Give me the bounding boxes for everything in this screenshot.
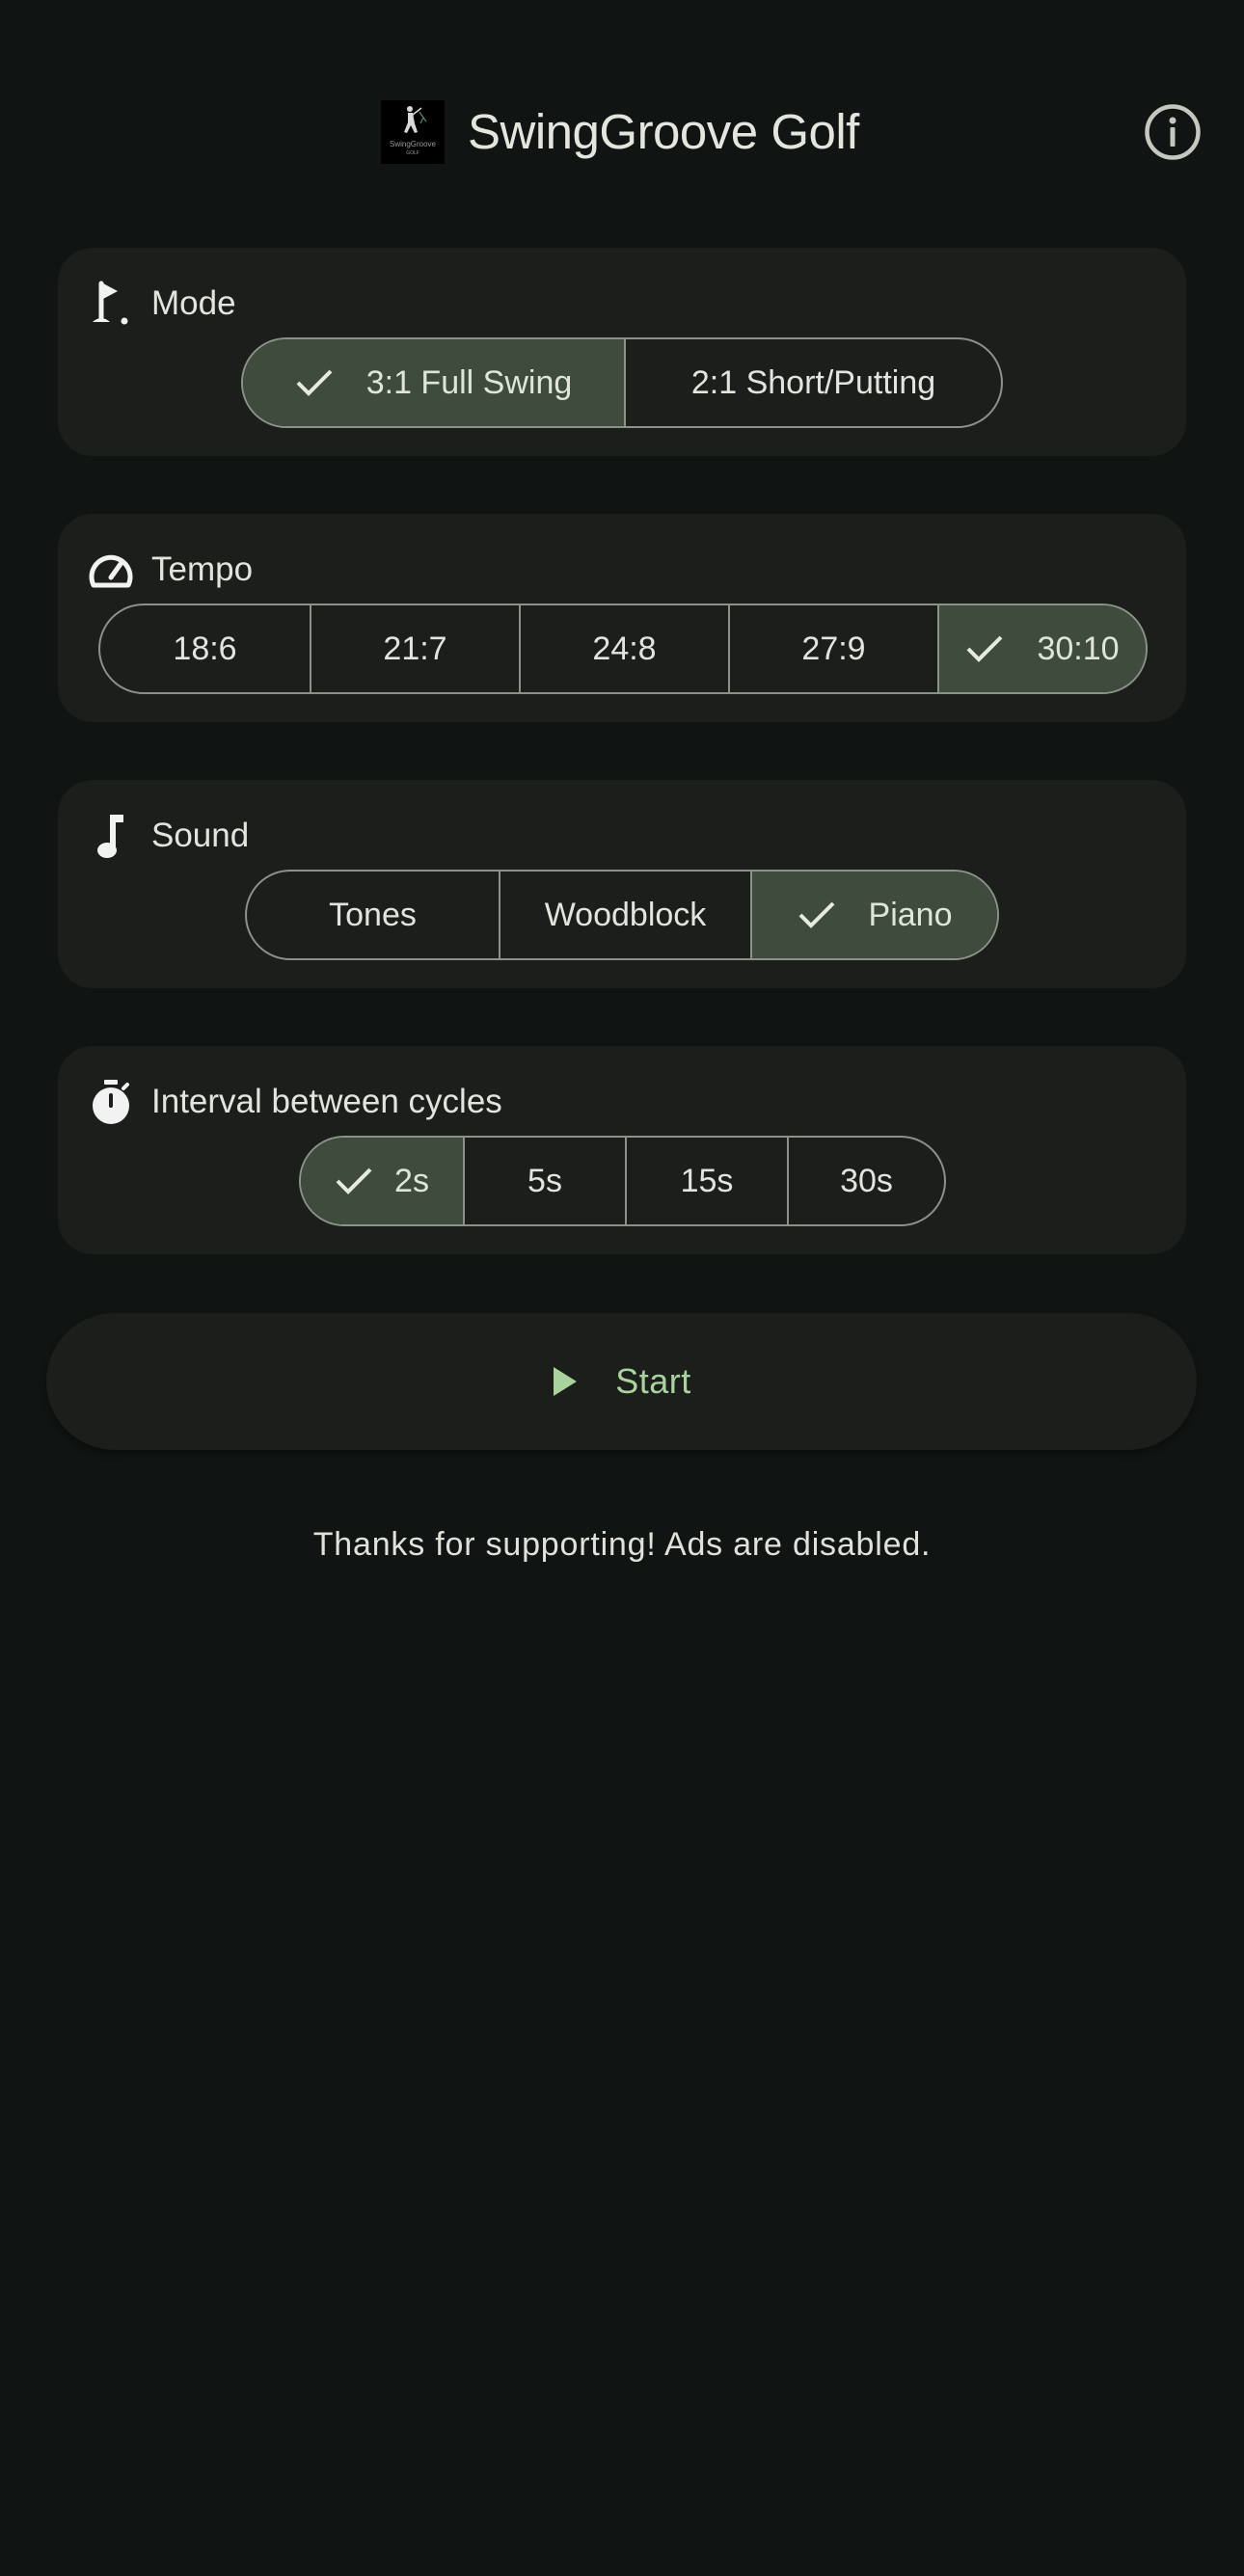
interval-option-label: 15s [680,1162,734,1199]
check-icon [335,1166,373,1196]
sound-option-piano[interactable]: Piano [750,872,997,958]
mode-card: Mode 3:1 Full Swing 2:1 Short/Putting [58,248,1186,456]
interval-option-5s[interactable]: 5s [463,1138,625,1224]
tempo-option-18-6[interactable]: 18:6 [100,605,310,692]
info-button[interactable] [1144,103,1202,161]
sound-option-tones[interactable]: Tones [247,872,499,958]
tempo-title: Tempo [151,550,254,588]
tempo-option-label: 21:7 [383,630,447,667]
tempo-option-27-9[interactable]: 27:9 [728,605,937,692]
mode-option-label: 3:1 Full Swing [365,363,573,401]
sound-title: Sound [151,817,250,854]
top-app-bar: SwingGroove GOLF SwingGroove Golf [0,0,1244,265]
interval-option-label: 30s [840,1162,893,1199]
svg-text:SwingGroove: SwingGroove [390,140,437,148]
tempo-option-21-7[interactable]: 21:7 [310,605,519,692]
mode-title: Mode [151,284,236,322]
interval-option-label: 2s [394,1162,429,1199]
interval-option-label: 5s [527,1162,562,1199]
speedometer-icon [87,546,135,594]
check-icon [965,633,1004,664]
tempo-card: Tempo 18:6 21:7 24:8 27:9 30:10 [58,514,1186,722]
check-icon [798,899,836,930]
interval-segmented-control: 2s 5s 15s 30s [299,1136,946,1226]
sound-segmented-control: Tones Woodblock Piano [245,870,999,960]
tempo-option-label: 27:9 [801,630,866,667]
app-logo: SwingGroove GOLF [381,100,445,164]
tempo-option-label: 24:8 [592,630,657,667]
tempo-segmented-control: 18:6 21:7 24:8 27:9 30:10 [98,604,1148,694]
start-label: Start [615,1361,691,1401]
tempo-option-24-8[interactable]: 24:8 [519,605,728,692]
mode-segmented-control: 3:1 Full Swing 2:1 Short/Putting [241,337,1003,428]
check-icon [295,367,334,398]
play-icon [554,1367,578,1396]
sound-option-label: Tones [329,896,417,933]
ads-disabled-notice: Thanks for supporting! Ads are disabled. [312,1526,932,1563]
info-icon [1145,104,1201,160]
tempo-option-label: 30:10 [1037,630,1120,667]
mode-option-label: 2:1 Short/Putting [690,363,936,401]
svg-text:GOLF: GOLF [406,150,419,156]
mode-option-full-swing[interactable]: 3:1 Full Swing [243,339,624,426]
interval-card: Interval between cycles 2s 5s 15s 30s [58,1046,1186,1254]
interval-option-30s[interactable]: 30s [787,1138,944,1224]
tempo-option-label: 18:6 [173,630,237,667]
sound-option-woodblock[interactable]: Woodblock [499,872,750,958]
sound-card: Sound Tones Woodblock Piano [58,780,1186,988]
interval-option-2s[interactable]: 2s [301,1138,463,1224]
sound-option-label: Woodblock [544,896,707,933]
tempo-option-30-10[interactable]: 30:10 [937,605,1146,692]
music-note-icon [87,812,135,860]
stopwatch-icon [87,1078,135,1126]
interval-option-15s[interactable]: 15s [625,1138,787,1224]
sound-option-label: Piano [868,896,953,933]
mode-option-short-putting[interactable]: 2:1 Short/Putting [624,339,1001,426]
app-title: SwingGroove Golf [468,104,859,159]
golf-flag-icon [87,280,135,328]
interval-title: Interval between cycles [151,1083,502,1120]
start-button[interactable]: Start [46,1313,1197,1450]
